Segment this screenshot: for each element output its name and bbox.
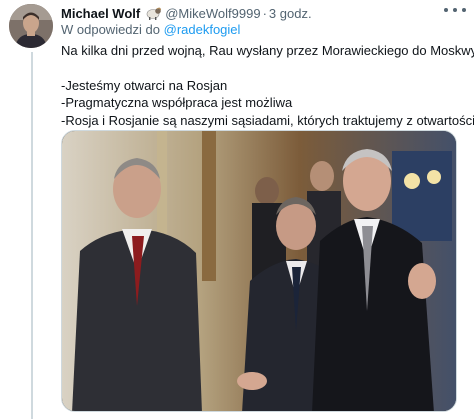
tweet-text-line: Na kilka dni przed wojną, Rau wysłany pr… — [61, 43, 474, 58]
user-handle[interactable]: @MikeWolf9999 — [165, 5, 260, 23]
tweet-text-line: -Pragmatyczna współpraca jest możliwa — [61, 95, 293, 110]
avatar[interactable] — [9, 4, 53, 48]
tweet-text-line: -Jesteśmy otwarci na Rosjan — [61, 77, 228, 93]
thread-connector-line — [31, 52, 33, 419]
reply-context: W odpowiedzi do @radekfogiel — [61, 22, 240, 38]
tweet-text-line: -Rosja i Rosjanie są naszymi sąsiadami, … — [61, 112, 474, 128]
ram-emoji-icon — [144, 6, 162, 20]
separator-dot: · — [262, 6, 267, 21]
tweet-timestamp[interactable]: 3 godz. — [269, 5, 312, 23]
reply-mention-link[interactable]: @radekfogiel — [164, 22, 241, 37]
tweet-text: Na kilka dni przed wojną, Rau wysłany pr… — [61, 42, 474, 129]
tweet-photo[interactable] — [61, 130, 457, 412]
display-name[interactable]: Michael Wolf — [61, 5, 140, 23]
more-horizontal-icon[interactable] — [444, 3, 466, 17]
reply-prefix: W odpowiedzi do — [61, 22, 160, 37]
tweet-header: Michael Wolf @MikeWolf9999 · 3 godz. — [61, 4, 312, 22]
